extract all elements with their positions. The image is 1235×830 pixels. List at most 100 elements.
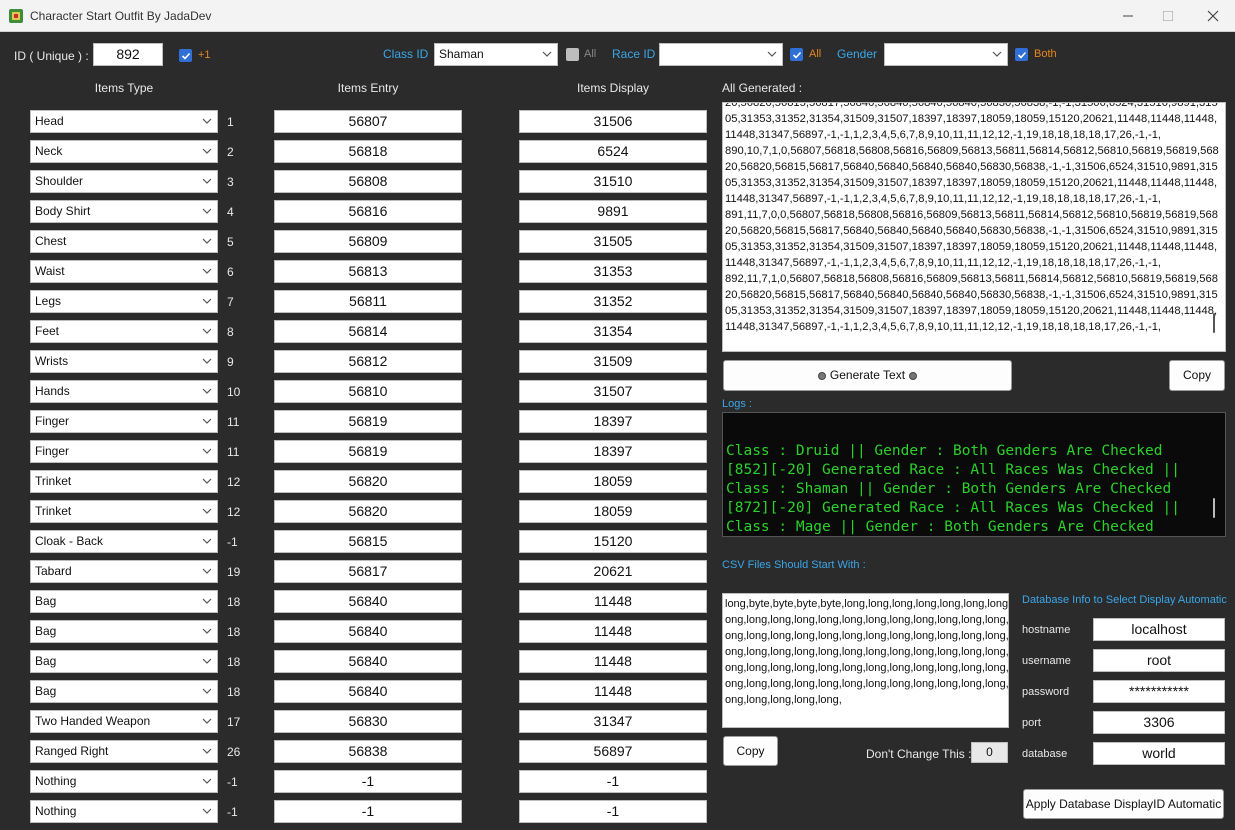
- item-display-input[interactable]: 31347: [519, 710, 707, 733]
- item-display-input[interactable]: 31510: [519, 170, 707, 193]
- item-entry-input[interactable]: 56818: [274, 140, 462, 163]
- item-entry-input[interactable]: 56840: [274, 650, 462, 673]
- item-type-select[interactable]: Finger: [30, 440, 218, 463]
- item-entry-input[interactable]: -1: [274, 770, 462, 793]
- item-type-select[interactable]: Trinket: [30, 470, 218, 493]
- item-display-input[interactable]: 18397: [519, 410, 707, 433]
- item-type-select[interactable]: Bag: [30, 590, 218, 613]
- item-type-select[interactable]: Waist: [30, 260, 218, 283]
- gender-select[interactable]: [884, 43, 1008, 66]
- item-type-select[interactable]: Two Handed Weapon: [30, 710, 218, 733]
- item-display-input[interactable]: 11448: [519, 680, 707, 703]
- copy-csv-button[interactable]: Copy: [723, 736, 778, 766]
- item-type-select[interactable]: Nothing: [30, 800, 218, 823]
- item-type-select[interactable]: Bag: [30, 650, 218, 673]
- item-entry-input[interactable]: 56820: [274, 470, 462, 493]
- item-type-select[interactable]: Cloak - Back: [30, 530, 218, 553]
- logs-panel[interactable]: Class : Druid || Gender : Both Genders A…: [722, 412, 1226, 537]
- item-display-input[interactable]: 15120: [519, 530, 707, 553]
- item-display-input[interactable]: 31506: [519, 110, 707, 133]
- item-type-select[interactable]: Ranged Right: [30, 740, 218, 763]
- item-type-select[interactable]: Finger: [30, 410, 218, 433]
- close-button[interactable]: [1193, 4, 1233, 28]
- item-display-input[interactable]: 31505: [519, 230, 707, 253]
- item-type-select[interactable]: Legs: [30, 290, 218, 313]
- item-entry-input[interactable]: 56813: [274, 260, 462, 283]
- item-entry-input[interactable]: 56838: [274, 740, 462, 763]
- item-entry-input[interactable]: 56808: [274, 170, 462, 193]
- item-display-input[interactable]: 31507: [519, 380, 707, 403]
- plus-one-checkbox[interactable]: [179, 49, 192, 62]
- item-type-select[interactable]: Bag: [30, 680, 218, 703]
- item-entry-input[interactable]: 56819: [274, 440, 462, 463]
- item-type-select[interactable]: Wrists: [30, 350, 218, 373]
- item-entry-input[interactable]: 56817: [274, 560, 462, 583]
- maximize-button[interactable]: [1148, 4, 1188, 28]
- item-type-select[interactable]: Hands: [30, 380, 218, 403]
- item-display-input[interactable]: 20621: [519, 560, 707, 583]
- generate-text-button[interactable]: Generate Text: [723, 360, 1012, 391]
- db-field-input[interactable]: root: [1093, 649, 1225, 672]
- csv-textarea[interactable]: long,byte,byte,byte,byte,long,long,long,…: [722, 593, 1009, 728]
- class-all-checkbox[interactable]: [566, 48, 579, 61]
- item-type-select[interactable]: Feet: [30, 320, 218, 343]
- item-entry-input[interactable]: 56830: [274, 710, 462, 733]
- item-entry-input[interactable]: 56807: [274, 110, 462, 133]
- item-entry-input[interactable]: 56811: [274, 290, 462, 313]
- item-entry-input[interactable]: -1: [274, 800, 462, 823]
- item-display-input[interactable]: 11448: [519, 620, 707, 643]
- item-entry-input[interactable]: 56820: [274, 500, 462, 523]
- item-type-select[interactable]: Trinket: [30, 500, 218, 523]
- dont-change-input[interactable]: 0: [971, 742, 1008, 763]
- item-type-select[interactable]: Head: [30, 110, 218, 133]
- item-display-input[interactable]: -1: [519, 770, 707, 793]
- apply-database-button[interactable]: Apply Database DisplayID Automatic: [1023, 789, 1224, 819]
- copy-generated-button[interactable]: Copy: [1169, 360, 1225, 391]
- item-display-input[interactable]: 18059: [519, 470, 707, 493]
- item-type-select[interactable]: Shoulder: [30, 170, 218, 193]
- item-type-select[interactable]: Bag: [30, 620, 218, 643]
- generated-textarea[interactable]: 20,56820,56815,56817,56840,56840,56840,5…: [722, 102, 1226, 352]
- item-entry-input[interactable]: 56840: [274, 590, 462, 613]
- item-type-value: Neck: [35, 144, 63, 158]
- db-field-input[interactable]: 3306: [1093, 711, 1225, 734]
- id-input[interactable]: 892: [93, 43, 163, 66]
- item-display-input[interactable]: 11448: [519, 650, 707, 673]
- item-display-input[interactable]: 31353: [519, 260, 707, 283]
- item-type-select[interactable]: Body Shirt: [30, 200, 218, 223]
- item-type-select[interactable]: Chest: [30, 230, 218, 253]
- item-type-select[interactable]: Nothing: [30, 770, 218, 793]
- item-display-input[interactable]: -1: [519, 800, 707, 823]
- class-select[interactable]: Shaman: [434, 43, 558, 66]
- item-entry-input[interactable]: 56810: [274, 380, 462, 403]
- race-select[interactable]: [659, 43, 783, 66]
- item-display-input[interactable]: 6524: [519, 140, 707, 163]
- item-display-input[interactable]: 56897: [519, 740, 707, 763]
- item-entry-input[interactable]: 56809: [274, 230, 462, 253]
- logs-scrollbar[interactable]: [1213, 498, 1215, 518]
- item-entry-input[interactable]: 56814: [274, 320, 462, 343]
- item-entry-input[interactable]: 56840: [274, 680, 462, 703]
- item-entry-input[interactable]: 56815: [274, 530, 462, 553]
- item-entry-input[interactable]: 56812: [274, 350, 462, 373]
- db-field-input[interactable]: world: [1093, 742, 1225, 765]
- item-entry-input[interactable]: 56840: [274, 620, 462, 643]
- item-display-input[interactable]: 31352: [519, 290, 707, 313]
- item-display-input[interactable]: 18059: [519, 500, 707, 523]
- race-all-checkbox[interactable]: [790, 48, 803, 61]
- generated-text: 20,56820,56815,56817,56840,56840,56840,5…: [725, 103, 1219, 335]
- item-display-input[interactable]: 31509: [519, 350, 707, 373]
- item-display-input[interactable]: 11448: [519, 590, 707, 613]
- item-display-input[interactable]: 31354: [519, 320, 707, 343]
- gender-both-checkbox[interactable]: [1015, 48, 1028, 61]
- db-field-input[interactable]: localhost: [1093, 618, 1225, 641]
- item-entry-input[interactable]: 56816: [274, 200, 462, 223]
- item-display-input[interactable]: 18397: [519, 440, 707, 463]
- minimize-button[interactable]: [1108, 4, 1148, 28]
- generated-scrollbar[interactable]: [1213, 313, 1215, 333]
- item-type-select[interactable]: Neck: [30, 140, 218, 163]
- item-display-input[interactable]: 9891: [519, 200, 707, 223]
- item-entry-input[interactable]: 56819: [274, 410, 462, 433]
- db-field-input[interactable]: ***********: [1093, 680, 1225, 703]
- item-type-select[interactable]: Tabard: [30, 560, 218, 583]
